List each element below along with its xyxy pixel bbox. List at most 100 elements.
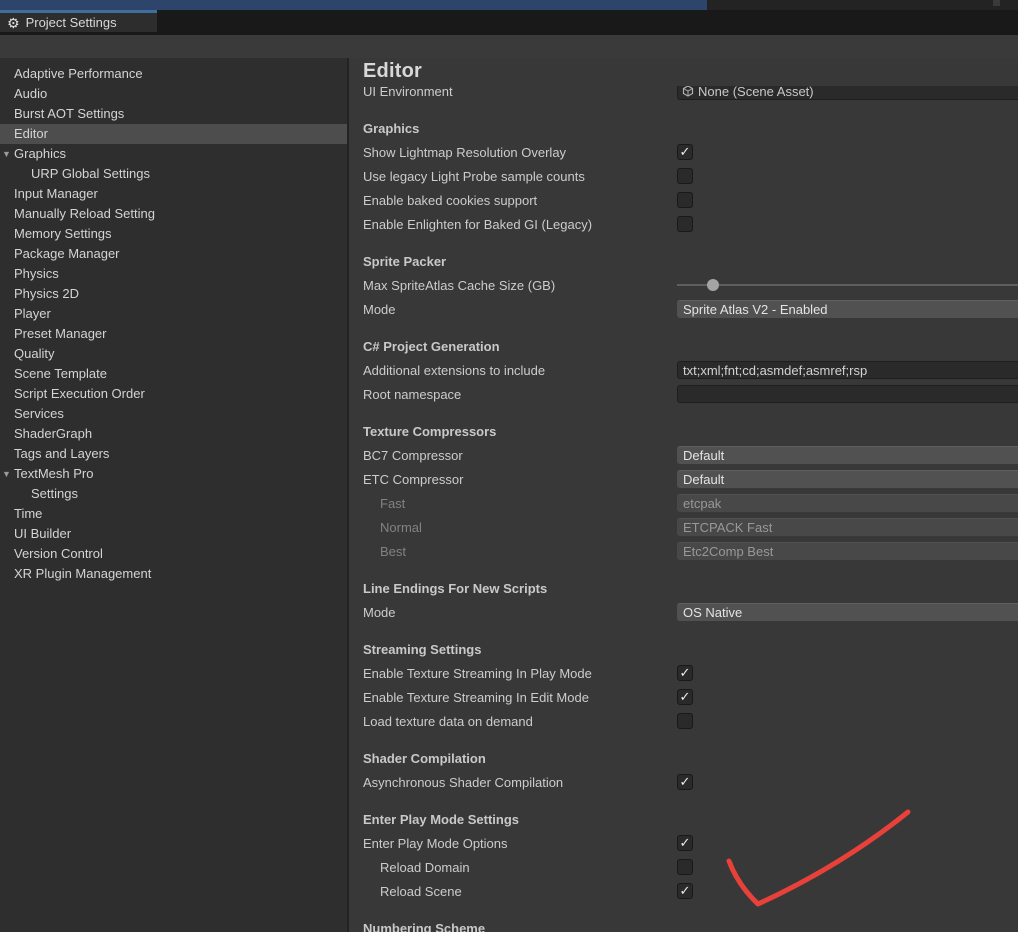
settings-list: UI Environment None (Scene Asset) Graphics… <box>349 86 1018 932</box>
section-title: Numbering Scheme <box>363 920 486 932</box>
section-header-row: Graphics <box>349 116 1018 140</box>
settings-sidebar: Adaptive Performance Audio Burst AOT Setti… <box>0 58 347 932</box>
field-label: Enable Texture Streaming In Edit Mode <box>363 689 589 705</box>
field-control: OS Native <box>677 600 1018 624</box>
sidebar-item-audio[interactable]: Audio <box>0 84 347 104</box>
checkbox-load-texture-data-on-demand[interactable] <box>677 713 693 729</box>
section-title: Enter Play Mode Settings <box>363 811 520 827</box>
field-label: BC7 Compressor <box>363 447 463 463</box>
sidebar-item-label: Version Control <box>14 546 103 561</box>
settings-row: Root namespace <box>349 382 1018 406</box>
sidebar-item-textmesh-pro[interactable]: ▼ TextMesh Pro <box>0 464 347 484</box>
field-control <box>677 273 1018 297</box>
text-input-root-namespace[interactable] <box>677 385 1018 403</box>
editor-settings-panel: UI Environment None (Scene Asset) Graphics… <box>349 58 1018 932</box>
sidebar-item-version-control[interactable]: Version Control <box>0 544 347 564</box>
sidebar-item-script-execution-order[interactable]: Script Execution Order <box>0 384 347 404</box>
settings-row: Normal ETCPACK Fast <box>349 515 1018 539</box>
slider-handle[interactable] <box>707 279 719 291</box>
title-bar-fragment <box>993 0 1000 6</box>
sidebar-item-adaptive-performance[interactable]: Adaptive Performance <box>0 64 347 84</box>
checkbox-show-lightmap-resolution-overlay[interactable]: ✓ <box>677 144 693 160</box>
settings-row: Mode OS Native <box>349 600 1018 624</box>
sidebar-item-settings[interactable]: Settings <box>0 484 347 504</box>
sidebar-item-memory-settings[interactable]: Memory Settings <box>0 224 347 244</box>
checkbox-use-legacy-light-probe-sample-counts[interactable] <box>677 168 693 184</box>
field-label: Fast <box>380 495 406 511</box>
dropdown-best: Etc2Comp Best <box>677 542 1018 560</box>
sidebar-item-burst-aot-settings[interactable]: Burst AOT Settings <box>0 104 347 124</box>
dropdown-mode[interactable]: OS Native <box>677 603 1018 621</box>
dropdown-fast: etcpak <box>677 494 1018 512</box>
sidebar-item-scene-template[interactable]: Scene Template <box>0 364 347 384</box>
sidebar-item-services[interactable]: Services <box>0 404 347 424</box>
section-title: Sprite Packer <box>363 253 447 269</box>
sidebar-item-label: Time <box>14 506 43 521</box>
text-input-additional-extensions-to-include[interactable]: txt;xml;fnt;cd;asmdef;asmref;rsp <box>677 361 1018 379</box>
sidebar-item-label: UI Builder <box>14 526 72 541</box>
sidebar-item-label: Adaptive Performance <box>14 66 143 81</box>
tab-project-settings[interactable]: ⚙ Project Settings <box>0 10 157 32</box>
sidebar-item-player[interactable]: Player <box>0 304 347 324</box>
checkbox-enable-texture-streaming-in-edit-mode[interactable]: ✓ <box>677 689 693 705</box>
field-label: Normal <box>380 519 422 535</box>
sidebar-item-label: Package Manager <box>14 246 120 261</box>
checkbox-enable-enlighten-for-baked-gi-legacy[interactable] <box>677 216 693 232</box>
dropdown-etc-compressor[interactable]: Default <box>677 470 1018 488</box>
dropdown-bc7-compressor[interactable]: Default <box>677 446 1018 464</box>
sidebar-item-package-manager[interactable]: Package Manager <box>0 244 347 264</box>
slider-max-spriteatlas-cache-size-gb[interactable] <box>677 273 1018 297</box>
settings-row: Max SpriteAtlas Cache Size (GB) <box>349 273 1018 297</box>
sidebar-item-ui-builder[interactable]: UI Builder <box>0 524 347 544</box>
sidebar-item-preset-manager[interactable]: Preset Manager <box>0 324 347 344</box>
field-label: Enable Texture Streaming In Play Mode <box>363 665 592 681</box>
sidebar-item-shadergraph[interactable]: ShaderGraph <box>0 424 347 444</box>
sidebar-item-physics-2d[interactable]: Physics 2D <box>0 284 347 304</box>
sidebar-item-graphics[interactable]: ▼ Graphics <box>0 144 347 164</box>
settings-row: Enter Play Mode Options ✓ <box>349 831 1018 855</box>
settings-row: Mode Sprite Atlas V2 - Enabled <box>349 297 1018 321</box>
section-title: Graphics <box>363 120 420 136</box>
sidebar-item-quality[interactable]: Quality <box>0 344 347 364</box>
sidebar-item-label: Scene Template <box>14 366 107 381</box>
object-field-ui-environment[interactable]: None (Scene Asset) <box>677 86 1018 100</box>
checkbox-asynchronous-shader-compilation[interactable]: ✓ <box>677 774 693 790</box>
title-bar-blue-segment <box>0 0 707 10</box>
sidebar-item-input-manager[interactable]: Input Manager <box>0 184 347 204</box>
sidebar-item-xr-plugin-management[interactable]: XR Plugin Management <box>0 564 347 584</box>
sidebar-item-label: TextMesh Pro <box>14 466 94 481</box>
sidebar-item-physics[interactable]: Physics <box>0 264 347 284</box>
settings-row: Enable Texture Streaming In Edit Mode ✓ <box>349 685 1018 709</box>
sidebar-item-label: Tags and Layers <box>14 446 110 461</box>
settings-scroll-area[interactable]: UI Environment None (Scene Asset) Graphics… <box>349 86 1018 932</box>
sidebar-item-urp-global-settings[interactable]: URP Global Settings <box>0 164 347 184</box>
section-title: Shader Compilation <box>363 750 486 766</box>
settings-row: Reload Domain <box>349 855 1018 879</box>
field-label: Root namespace <box>363 386 462 402</box>
field-control <box>677 382 1018 406</box>
expander-triangle-icon[interactable]: ▼ <box>2 464 11 484</box>
sidebar-item-editor[interactable]: Editor <box>0 124 347 144</box>
sidebar-item-tags-and-layers[interactable]: Tags and Layers <box>0 444 347 464</box>
checkbox-reload-domain[interactable] <box>677 859 693 875</box>
field-control: ✓ <box>677 831 1018 855</box>
sidebar-item-label: URP Global Settings <box>31 166 150 181</box>
section-header-row: Shader Compilation <box>349 746 1018 770</box>
checkbox-enter-play-mode-options[interactable]: ✓ <box>677 835 693 851</box>
field-control <box>677 188 1018 212</box>
field-control <box>677 709 1018 733</box>
dropdown-mode[interactable]: Sprite Atlas V2 - Enabled <box>677 300 1018 318</box>
sidebar-item-manually-reload-setting[interactable]: Manually Reload Setting <box>0 204 347 224</box>
checkbox-enable-baked-cookies-support[interactable] <box>677 192 693 208</box>
sidebar-item-time[interactable]: Time <box>0 504 347 524</box>
field-control: Sprite Atlas V2 - Enabled <box>677 297 1018 321</box>
field-label: Enable baked cookies support <box>363 192 538 208</box>
field-control: ✓ <box>677 770 1018 794</box>
page-title: Editor <box>363 60 422 82</box>
section-header-row: Texture Compressors <box>349 419 1018 443</box>
settings-row: Best Etc2Comp Best <box>349 539 1018 563</box>
checkbox-reload-scene[interactable]: ✓ <box>677 883 693 899</box>
expander-triangle-icon[interactable]: ▼ <box>2 144 11 164</box>
field-label: Best <box>380 543 407 559</box>
checkbox-enable-texture-streaming-in-play-mode[interactable]: ✓ <box>677 665 693 681</box>
